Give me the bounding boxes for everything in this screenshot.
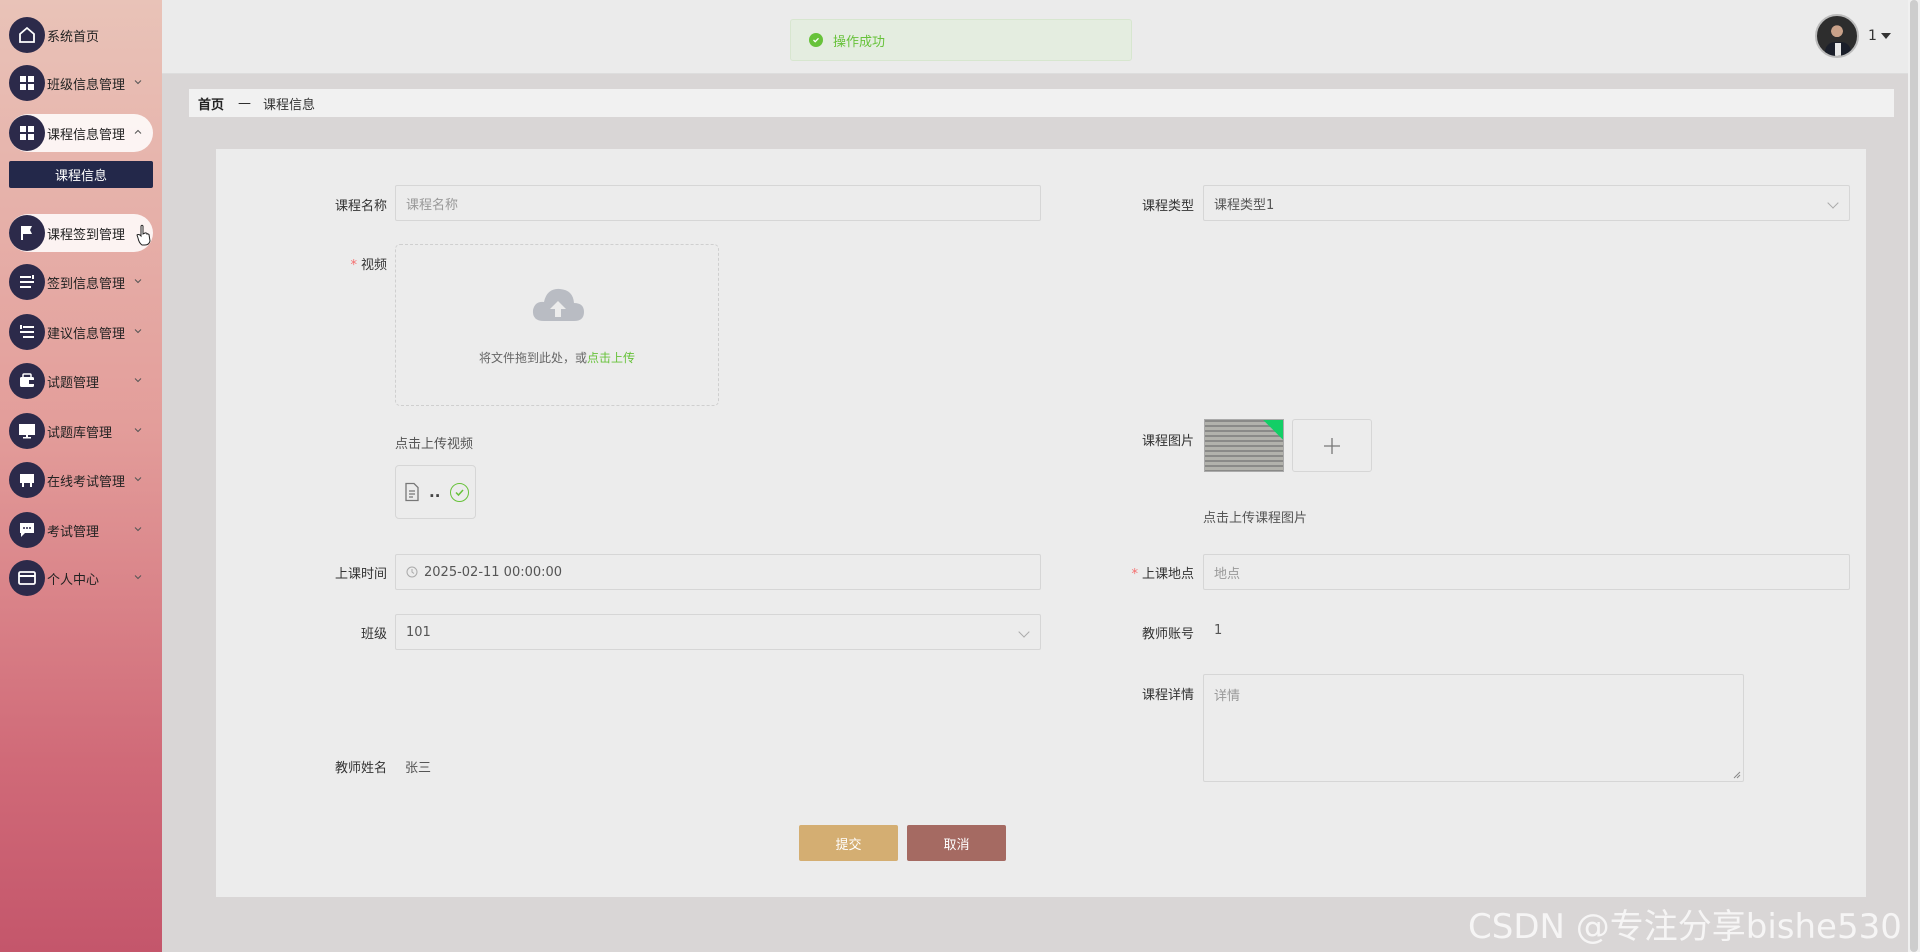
teacher-account-label: 教师账号 — [1141, 627, 1194, 642]
video-upload-dropzone[interactable]: 将文件拖到此处，或点击上传 — [395, 244, 719, 406]
uploaded-video-file[interactable]: .. — [395, 465, 476, 519]
check-circle-icon — [450, 482, 470, 502]
class-select[interactable]: 101 — [395, 614, 1041, 650]
dropzone-text: 将文件拖到此处，或点击上传 — [478, 351, 636, 365]
avatar[interactable] — [1815, 14, 1859, 58]
course-detail-label: 课程详情 — [1141, 688, 1194, 703]
teacher-name-value: 张三 — [405, 761, 432, 776]
video-label: 视频 — [267, 254, 387, 273]
class-time-label: 上课时间 — [334, 567, 387, 582]
sidebar-item-label: 课程信息管理 — [47, 127, 126, 143]
chevron-down-icon — [134, 279, 142, 284]
sidebar-item-label: 签到信息管理 — [47, 276, 126, 292]
chevron-down-icon — [134, 575, 142, 580]
location-input[interactable]: 地点 — [1203, 554, 1850, 590]
clock-icon — [406, 566, 418, 578]
sidebar-item-home[interactable]: 系统首页 — [9, 16, 153, 54]
wallet-icon — [9, 363, 45, 399]
scrollbar-thumb[interactable] — [1910, 0, 1918, 952]
sidebar-item-label: 在线考试管理 — [47, 474, 126, 490]
monitor-icon — [9, 413, 45, 449]
plus-icon — [1324, 437, 1340, 454]
chevron-up-icon — [134, 129, 142, 134]
submenu-item-course-info[interactable]: 课程信息 — [9, 161, 153, 188]
add-image-button[interactable] — [1292, 419, 1372, 472]
course-image-hint: 点击上传课程图片 — [1203, 511, 1308, 526]
sidebar-item-label: 系统首页 — [47, 29, 100, 45]
breadcrumb-separator: — — [238, 95, 252, 111]
chevron-down-icon — [134, 80, 142, 85]
toast-message: 操作成功 — [833, 34, 886, 50]
flag-icon — [9, 215, 45, 251]
sidebar-item-class-info[interactable]: 班级信息管理 — [9, 64, 153, 102]
check-circle-icon — [809, 33, 823, 47]
cloud-upload-icon — [532, 288, 584, 321]
caret-down-icon[interactable] — [1881, 33, 1891, 39]
cancel-button[interactable]: 取消 — [907, 825, 1006, 861]
class-time-picker[interactable]: 2025-02-11 00:00:00 — [395, 554, 1041, 590]
course-name-input[interactable]: 课程名称 — [395, 185, 1041, 221]
grid-icon — [9, 65, 45, 101]
course-type-label: 课程类型 — [1141, 199, 1194, 214]
sidebar-item-label: 个人中心 — [47, 572, 100, 588]
list-icon — [9, 264, 45, 300]
breadcrumb: 首页 — 课程信息 — [189, 89, 1894, 117]
sidebar-item-label: 试题管理 — [47, 375, 100, 391]
user-name[interactable]: 1 — [1868, 28, 1877, 44]
sidebar-item-label: 试题库管理 — [47, 425, 113, 441]
click-upload-link[interactable]: 点击上传 — [587, 351, 635, 365]
course-name-label: 课程名称 — [334, 199, 387, 214]
sidebar-item-label: 班级信息管理 — [47, 77, 126, 93]
chevron-down-icon — [134, 378, 142, 383]
sidebar-item-questions[interactable]: 试题管理 — [9, 362, 153, 400]
success-toast: 操作成功 — [790, 19, 1132, 61]
watermark: CSDN @专注分享bishe530 — [1468, 907, 1902, 947]
sidebar-item-label: 建议信息管理 — [47, 326, 126, 342]
list-icon — [9, 314, 45, 350]
course-image-label: 课程图片 — [1141, 434, 1194, 449]
course-type-select[interactable]: 课程类型1 — [1203, 185, 1850, 221]
document-icon — [405, 482, 419, 502]
chevron-down-icon — [134, 329, 142, 334]
location-label: 上课地点 — [1074, 563, 1194, 582]
breadcrumb-current: 课程信息 — [263, 97, 316, 113]
home-icon — [9, 17, 45, 53]
card-icon — [9, 560, 45, 596]
chevron-down-icon — [1018, 626, 1030, 638]
tray-icon — [9, 462, 45, 498]
sidebar-item-course-info[interactable]: 课程信息管理 — [9, 114, 153, 152]
chevron-down-icon — [134, 428, 142, 433]
sidebar-item-signin-info[interactable]: 签到信息管理 — [9, 263, 153, 301]
grid-icon — [9, 115, 45, 151]
resize-handle-icon[interactable] — [1733, 771, 1741, 779]
teacher-name-label: 教师姓名 — [334, 761, 387, 776]
breadcrumb-home[interactable]: 首页 — [198, 94, 224, 113]
chevron-down-icon — [134, 527, 142, 532]
sidebar-item-question-bank[interactable]: 试题库管理 — [9, 412, 153, 450]
sidebar: 系统首页 班级信息管理 课程信息管理 课程信息 课程签到管理 签到信息管理 建议… — [0, 0, 162, 952]
hand-cursor-icon — [136, 224, 151, 246]
sidebar-item-personal-center[interactable]: 个人中心 — [9, 559, 153, 597]
submit-button[interactable]: 提交 — [799, 825, 898, 861]
sidebar-item-exam[interactable]: 考试管理 — [9, 511, 153, 549]
sidebar-item-suggestion-info[interactable]: 建议信息管理 — [9, 313, 153, 351]
sidebar-item-course-signin[interactable]: 课程签到管理 — [9, 214, 153, 252]
video-upload-hint: 点击上传视频 — [395, 437, 474, 452]
teacher-account-value: 1 — [1214, 623, 1223, 638]
chevron-down-icon — [134, 477, 142, 482]
course-image-thumbnail[interactable] — [1204, 419, 1284, 472]
class-label: 班级 — [360, 627, 387, 642]
chevron-down-icon — [1827, 197, 1839, 209]
sidebar-item-label: 课程签到管理 — [47, 227, 126, 243]
file-name: .. — [429, 483, 441, 501]
sidebar-item-online-exam[interactable]: 在线考试管理 — [9, 461, 153, 499]
course-detail-textarea[interactable]: 详情 — [1203, 674, 1744, 782]
sidebar-item-label: 考试管理 — [47, 524, 100, 540]
chat-icon — [9, 512, 45, 548]
